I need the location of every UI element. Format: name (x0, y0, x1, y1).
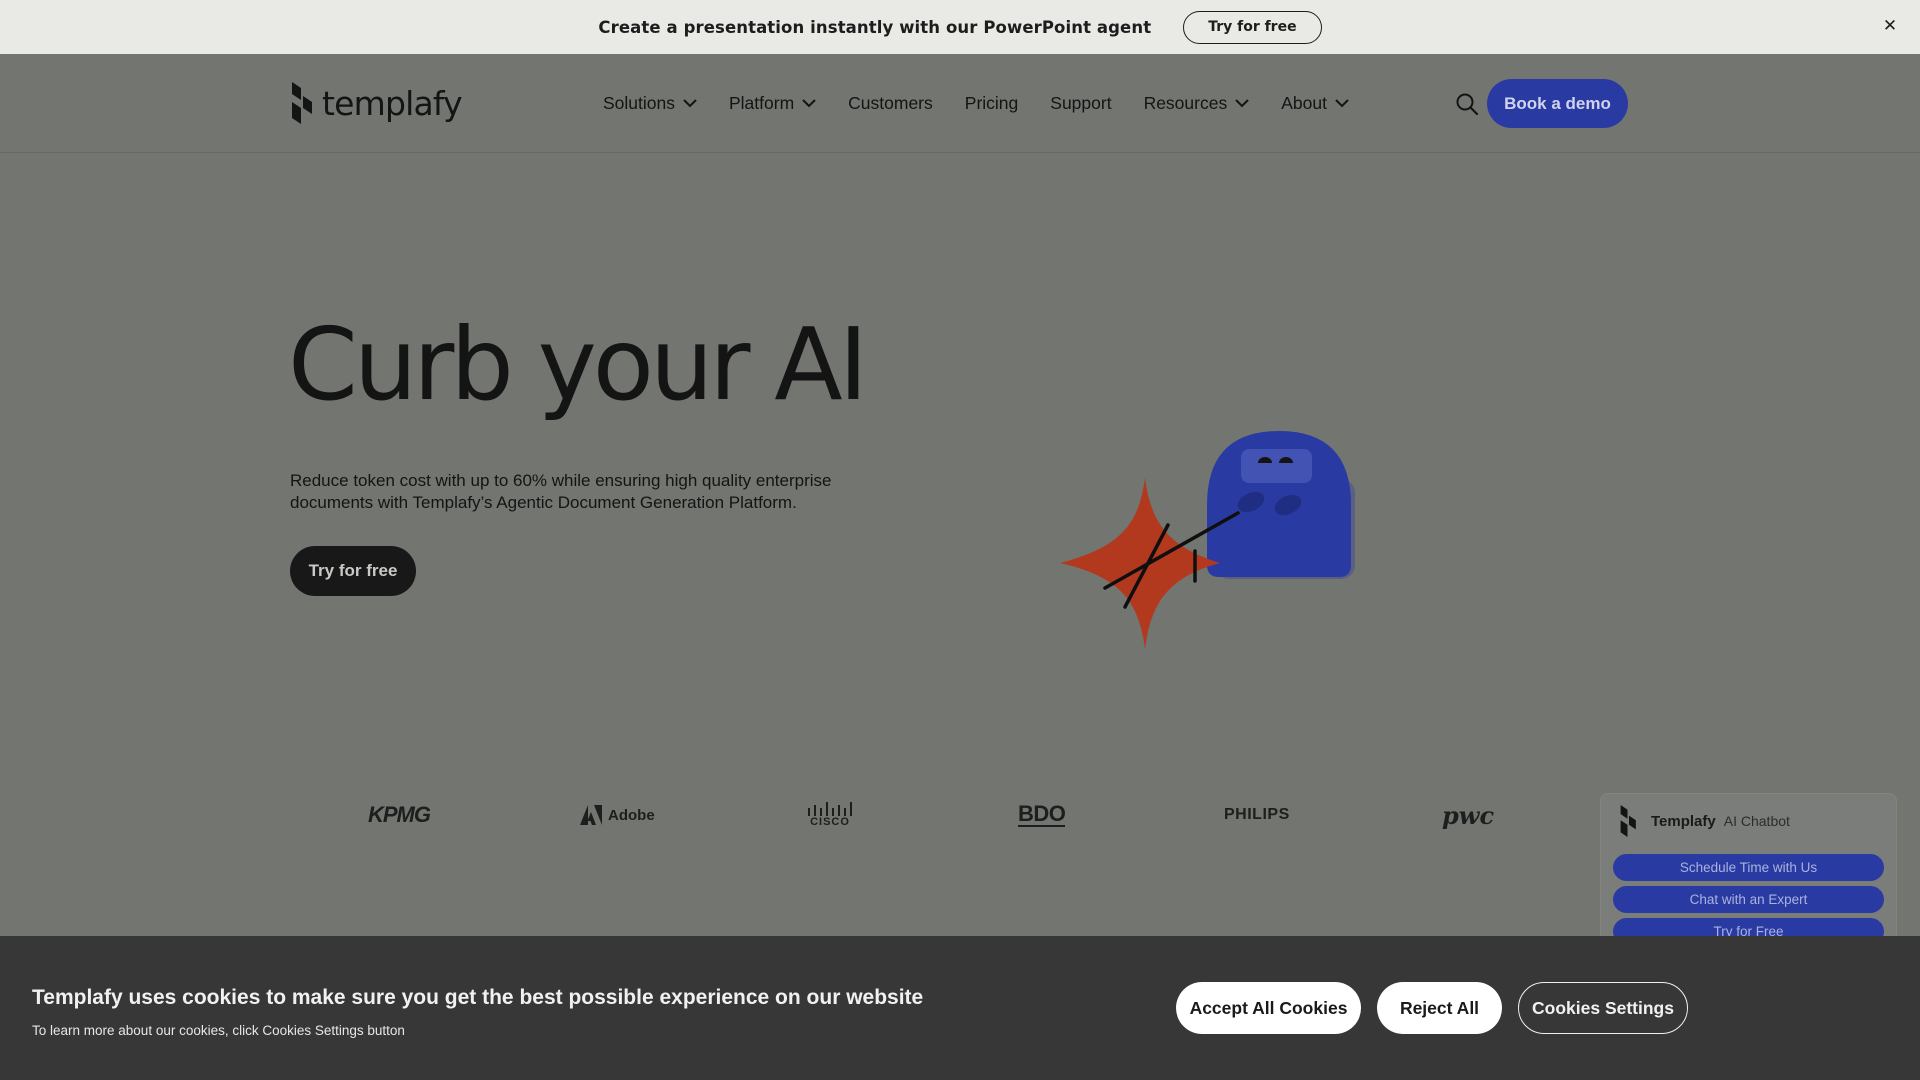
nav-item-label: Platform (729, 93, 795, 113)
cookie-banner: Templafy uses cookies to make sure you g… (0, 936, 1920, 1080)
cookie-settings-button[interactable]: Cookies Settings (1518, 982, 1688, 1034)
nav-item-support[interactable]: Support (1050, 93, 1111, 114)
philips-logo: PHILIPS (1224, 790, 1290, 840)
robot-icon (1207, 431, 1355, 579)
adobe-icon (580, 805, 602, 825)
hero-title: Curb your AI (288, 306, 868, 423)
nav-item-label: Support (1050, 93, 1112, 113)
adobe-logo-text: Adobe (608, 806, 655, 824)
nav-item-label: Pricing (964, 93, 1019, 113)
cookie-subtitle: To learn more about our cookies, click C… (32, 1023, 405, 1038)
chevron-down-icon (802, 99, 816, 108)
hero-illustration (1060, 431, 1355, 649)
search-icon[interactable] (1455, 92, 1479, 116)
chatbot-expert-button[interactable]: Chat with an Expert (1613, 886, 1884, 913)
pwc-logo-text: pwc (1442, 800, 1495, 830)
announcement-text: Create a presentation instantly with our… (598, 17, 1152, 37)
close-icon[interactable]: ✕ (1878, 14, 1902, 38)
hero-try-button[interactable]: Try for free (290, 546, 416, 596)
hero-subtitle: Reduce token cost with up to 60% while e… (290, 471, 832, 512)
book-demo-button[interactable]: Book a demo (1487, 79, 1628, 128)
bdo-logo-text: BDO (1018, 801, 1066, 827)
adobe-logo: Adobe (580, 790, 655, 840)
chevron-down-icon (1335, 99, 1349, 108)
cisco-bars-icon (808, 802, 852, 816)
nav-item-solutions[interactable]: Solutions (603, 93, 697, 114)
nav-menu: Solutions Platform Customers Pricing Sup… (603, 54, 1381, 153)
nav-item-label: Resources (1143, 93, 1228, 113)
announcement-bar: Create a presentation instantly with our… (0, 0, 1920, 54)
accept-cookies-button[interactable]: Accept All Cookies (1176, 982, 1361, 1034)
chevron-down-icon (683, 99, 697, 108)
chatbot-brand: Templafy (1651, 812, 1716, 830)
nav-item-customers[interactable]: Customers (848, 93, 933, 114)
templafy-logo-icon (1620, 805, 1636, 837)
nav-item-label: Solutions (603, 93, 675, 113)
announcement-try-button[interactable]: Try for free (1183, 10, 1322, 44)
cisco-logo-text: CISCO (810, 816, 850, 828)
nav-item-about[interactable]: About (1281, 93, 1349, 114)
cisco-logo: CISCO (807, 790, 853, 840)
philips-logo-text: PHILIPS (1224, 806, 1290, 823)
chevron-down-icon (1235, 99, 1249, 108)
templafy-logo[interactable]: templafy (290, 82, 463, 124)
kpmg-logo: KPMG (368, 790, 431, 840)
logo-wordmark: templafy (322, 83, 463, 123)
kpmg-logo-text: KPMG (368, 802, 431, 827)
nav-item-label: Customers (848, 93, 933, 113)
chatbot-tag: AI Chatbot (1723, 813, 1790, 829)
main-nav: templafy Solutions Platform Customers Pr… (0, 54, 1920, 153)
chatbot-schedule-button[interactable]: Schedule Time with Us (1613, 854, 1884, 881)
bdo-logo: BDO (1018, 790, 1066, 840)
nav-item-label: About (1281, 93, 1327, 113)
pwc-logo: pwc (1442, 790, 1494, 840)
templafy-logo-icon (292, 82, 312, 124)
reject-cookies-button[interactable]: Reject All (1377, 982, 1502, 1034)
customer-logos: KPMG Adobe CISCO BDO PHILIPS pwc (290, 790, 1630, 840)
chatbot-header: Templafy AI Chatbot (1619, 805, 1790, 837)
nav-item-platform[interactable]: Platform (729, 93, 816, 114)
cookie-title: Templafy uses cookies to make sure you g… (32, 986, 924, 1009)
nav-item-pricing[interactable]: Pricing (965, 93, 1019, 114)
nav-item-resources[interactable]: Resources (1144, 93, 1250, 114)
